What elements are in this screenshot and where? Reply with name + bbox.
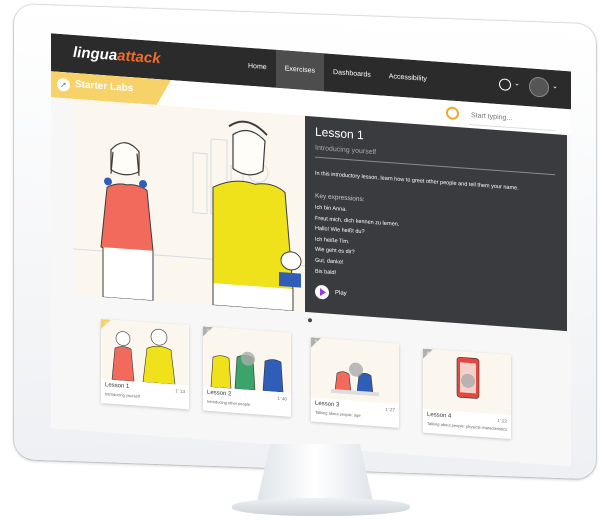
lesson-title: Lesson 1 [315, 124, 364, 143]
lesson-subtitle: Introducing yourself [315, 144, 377, 157]
nav-link-home[interactable]: Home [239, 47, 276, 88]
play-button[interactable] [315, 284, 329, 300]
card-title: Lesson 3 [315, 400, 340, 409]
logo-text: lingua [73, 43, 118, 65]
card-subtitle: Talking about people: physical character… [427, 420, 508, 432]
app-screen: linguaattack Home Exercises Dashboards A… [51, 33, 571, 467]
logo-accent-text: attack [117, 47, 161, 68]
labs-title: Starter Labs [75, 79, 134, 95]
card-subtitle: Introducing other people [207, 398, 251, 407]
nav-link-accessibility[interactable]: Accessibility [380, 57, 436, 99]
chevron-down-icon[interactable]: ⌄ [552, 82, 558, 90]
card-title: Lesson 1 [105, 382, 130, 391]
play-label[interactable]: Play [335, 290, 347, 297]
card-duration: 1' 22 [497, 418, 507, 424]
card-subtitle: Introducing yourself [105, 391, 140, 399]
key-expressions-label: Key expressions: [315, 192, 365, 204]
nav-link-dashboards[interactable]: Dashboards [324, 53, 380, 95]
carousel-indicator[interactable] [308, 318, 312, 323]
card-duration: 1' 40 [277, 395, 287, 402]
monitor-stand [256, 444, 374, 506]
hero-illustration [73, 98, 305, 312]
lesson-detail-panel: Lesson 1 Introducing yourself In this in… [305, 115, 567, 332]
lesson-illustration [73, 98, 305, 312]
card-thumbnail [101, 318, 189, 386]
key-expressions-list: Ich bin Anna. Freut mich, dich kennen zu… [315, 203, 399, 283]
lesson-card-4[interactable]: 4 Lesson 4 Talking about people: physica… [423, 348, 511, 440]
monitor-base [232, 498, 410, 516]
card-duration: 1' 27 [385, 406, 395, 413]
play-icon [320, 288, 326, 297]
lock-icon [241, 351, 255, 367]
lesson-description: In this introductory lesson, learn how t… [315, 170, 519, 192]
lesson-card-3[interactable]: 3 Lesson 3 Talking about people: age 1' … [311, 337, 399, 428]
lock-icon [461, 373, 475, 389]
chevron-down-icon[interactable]: ⌄ [514, 79, 520, 87]
card-duration: 1' 13 [175, 388, 185, 395]
avatar[interactable] [529, 76, 549, 98]
card-title: Lesson 4 [427, 411, 452, 420]
lock-icon [349, 362, 363, 378]
lesson-card-1[interactable]: 1 Lesson 1 Introducing yourself 1' 13 [101, 318, 189, 410]
monitor-frame: linguaattack Home Exercises Dashboards A… [14, 4, 596, 480]
nav-link-exercises[interactable]: Exercises [275, 49, 325, 92]
search-icon[interactable] [446, 106, 459, 121]
card-title: Lesson 2 [207, 389, 232, 398]
card-subtitle: Talking about people: age [315, 409, 361, 418]
search-input[interactable] [469, 106, 555, 132]
rocket-icon: ➚ [57, 78, 70, 92]
lesson-card-2[interactable]: 2 Lesson 2 Introducing other people 1' 4… [203, 326, 291, 417]
globe-icon[interactable] [499, 78, 511, 92]
logo[interactable]: linguaattack [73, 44, 161, 67]
